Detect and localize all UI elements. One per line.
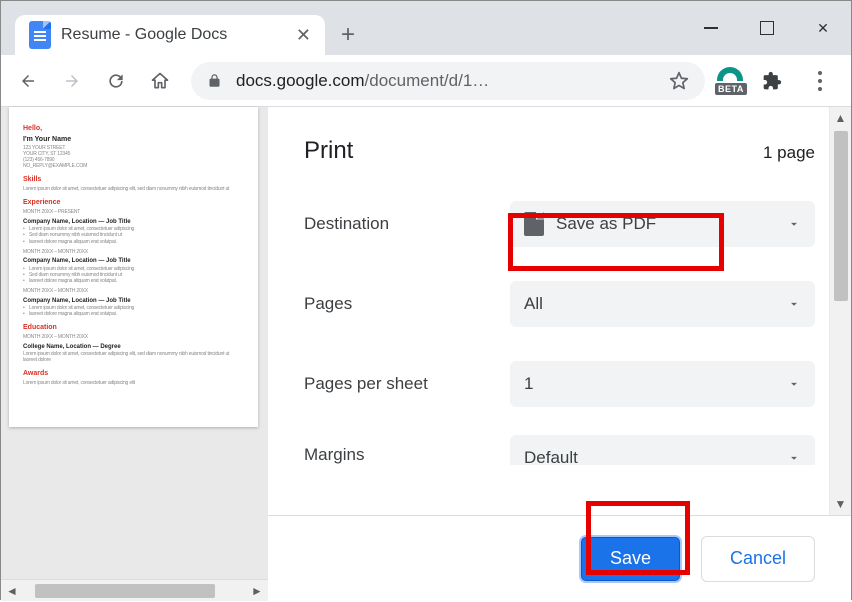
- margins-label: Margins: [304, 435, 510, 465]
- url-text: docs.google.com/document/d/1…: [236, 71, 655, 91]
- settings-vertical-scrollbar[interactable]: ▲ ▼: [829, 107, 851, 515]
- minimize-button[interactable]: [683, 10, 739, 46]
- margins-select[interactable]: Default: [510, 435, 815, 465]
- browser-menu-button[interactable]: [799, 60, 841, 102]
- scroll-up-icon[interactable]: ▲: [830, 107, 851, 129]
- maximize-button[interactable]: [739, 10, 795, 46]
- address-bar[interactable]: docs.google.com/document/d/1…: [191, 62, 705, 100]
- chevron-down-icon: [787, 377, 801, 391]
- chevron-down-icon: [787, 451, 801, 465]
- pages-label: Pages: [304, 294, 510, 314]
- destination-label: Destination: [304, 214, 510, 234]
- extensions-button[interactable]: [751, 60, 793, 102]
- lock-icon: [207, 72, 222, 89]
- print-dialog: Hello, I'm Your Name 123 YOUR STREET YOU…: [1, 107, 851, 601]
- browser-tab[interactable]: Resume - Google Docs ✕: [15, 15, 325, 55]
- scroll-right-icon[interactable]: ►: [246, 580, 268, 602]
- print-preview-pane: Hello, I'm Your Name 123 YOUR STREET YOU…: [1, 107, 268, 601]
- pages-per-sheet-row: Pages per sheet 1: [304, 361, 815, 407]
- puzzle-icon: [762, 71, 782, 91]
- margins-row: Margins Default: [304, 435, 815, 465]
- cancel-button[interactable]: Cancel: [701, 536, 815, 582]
- window-controls: ✕: [683, 1, 851, 55]
- dialog-footer: Save Cancel: [268, 515, 851, 601]
- bookmark-star-icon[interactable]: [669, 71, 689, 91]
- arrow-left-icon: [19, 72, 37, 90]
- document-thumbnail[interactable]: Hello, I'm Your Name 123 YOUR STREET YOU…: [9, 107, 258, 427]
- beta-extension-icon[interactable]: BETA: [715, 67, 745, 95]
- extensions-area: BETA: [715, 60, 845, 102]
- scroll-left-icon[interactable]: ◄: [1, 580, 23, 602]
- arrow-right-icon: [63, 72, 81, 90]
- scroll-thumb[interactable]: [35, 584, 215, 598]
- pages-per-sheet-select[interactable]: 1: [510, 361, 815, 407]
- pages-per-sheet-label: Pages per sheet: [304, 374, 510, 394]
- preview-horizontal-scrollbar[interactable]: ◄ ►: [1, 579, 268, 601]
- back-button[interactable]: [7, 60, 49, 102]
- scroll-down-icon[interactable]: ▼: [830, 493, 851, 515]
- window-titlebar: Resume - Google Docs ✕ + ✕: [1, 1, 851, 55]
- browser-toolbar: docs.google.com/document/d/1… BETA: [1, 55, 851, 107]
- home-button[interactable]: [139, 60, 181, 102]
- new-tab-button[interactable]: +: [331, 18, 365, 52]
- save-button[interactable]: Save: [580, 536, 681, 582]
- destination-select[interactable]: Save as PDF: [510, 201, 815, 247]
- print-settings-pane: Print 1 page Destination Save as PDF Pag…: [268, 107, 851, 601]
- tab-title: Resume - Google Docs: [61, 26, 286, 44]
- pages-select[interactable]: All: [510, 281, 815, 327]
- pages-row: Pages All: [304, 281, 815, 327]
- destination-row: Destination Save as PDF: [304, 201, 815, 247]
- chevron-down-icon: [787, 297, 801, 311]
- page-count: 1 page: [763, 143, 815, 163]
- scroll-thumb[interactable]: [834, 131, 848, 301]
- reload-icon: [106, 71, 126, 91]
- docs-favicon: [29, 21, 51, 49]
- pdf-page-icon: [524, 212, 544, 236]
- forward-button[interactable]: [51, 60, 93, 102]
- chevron-down-icon: [787, 217, 801, 231]
- print-title: Print: [304, 137, 353, 165]
- home-icon: [150, 71, 170, 91]
- reload-button[interactable]: [95, 60, 137, 102]
- window-close-button[interactable]: ✕: [795, 10, 851, 46]
- close-tab-icon[interactable]: ✕: [296, 25, 311, 46]
